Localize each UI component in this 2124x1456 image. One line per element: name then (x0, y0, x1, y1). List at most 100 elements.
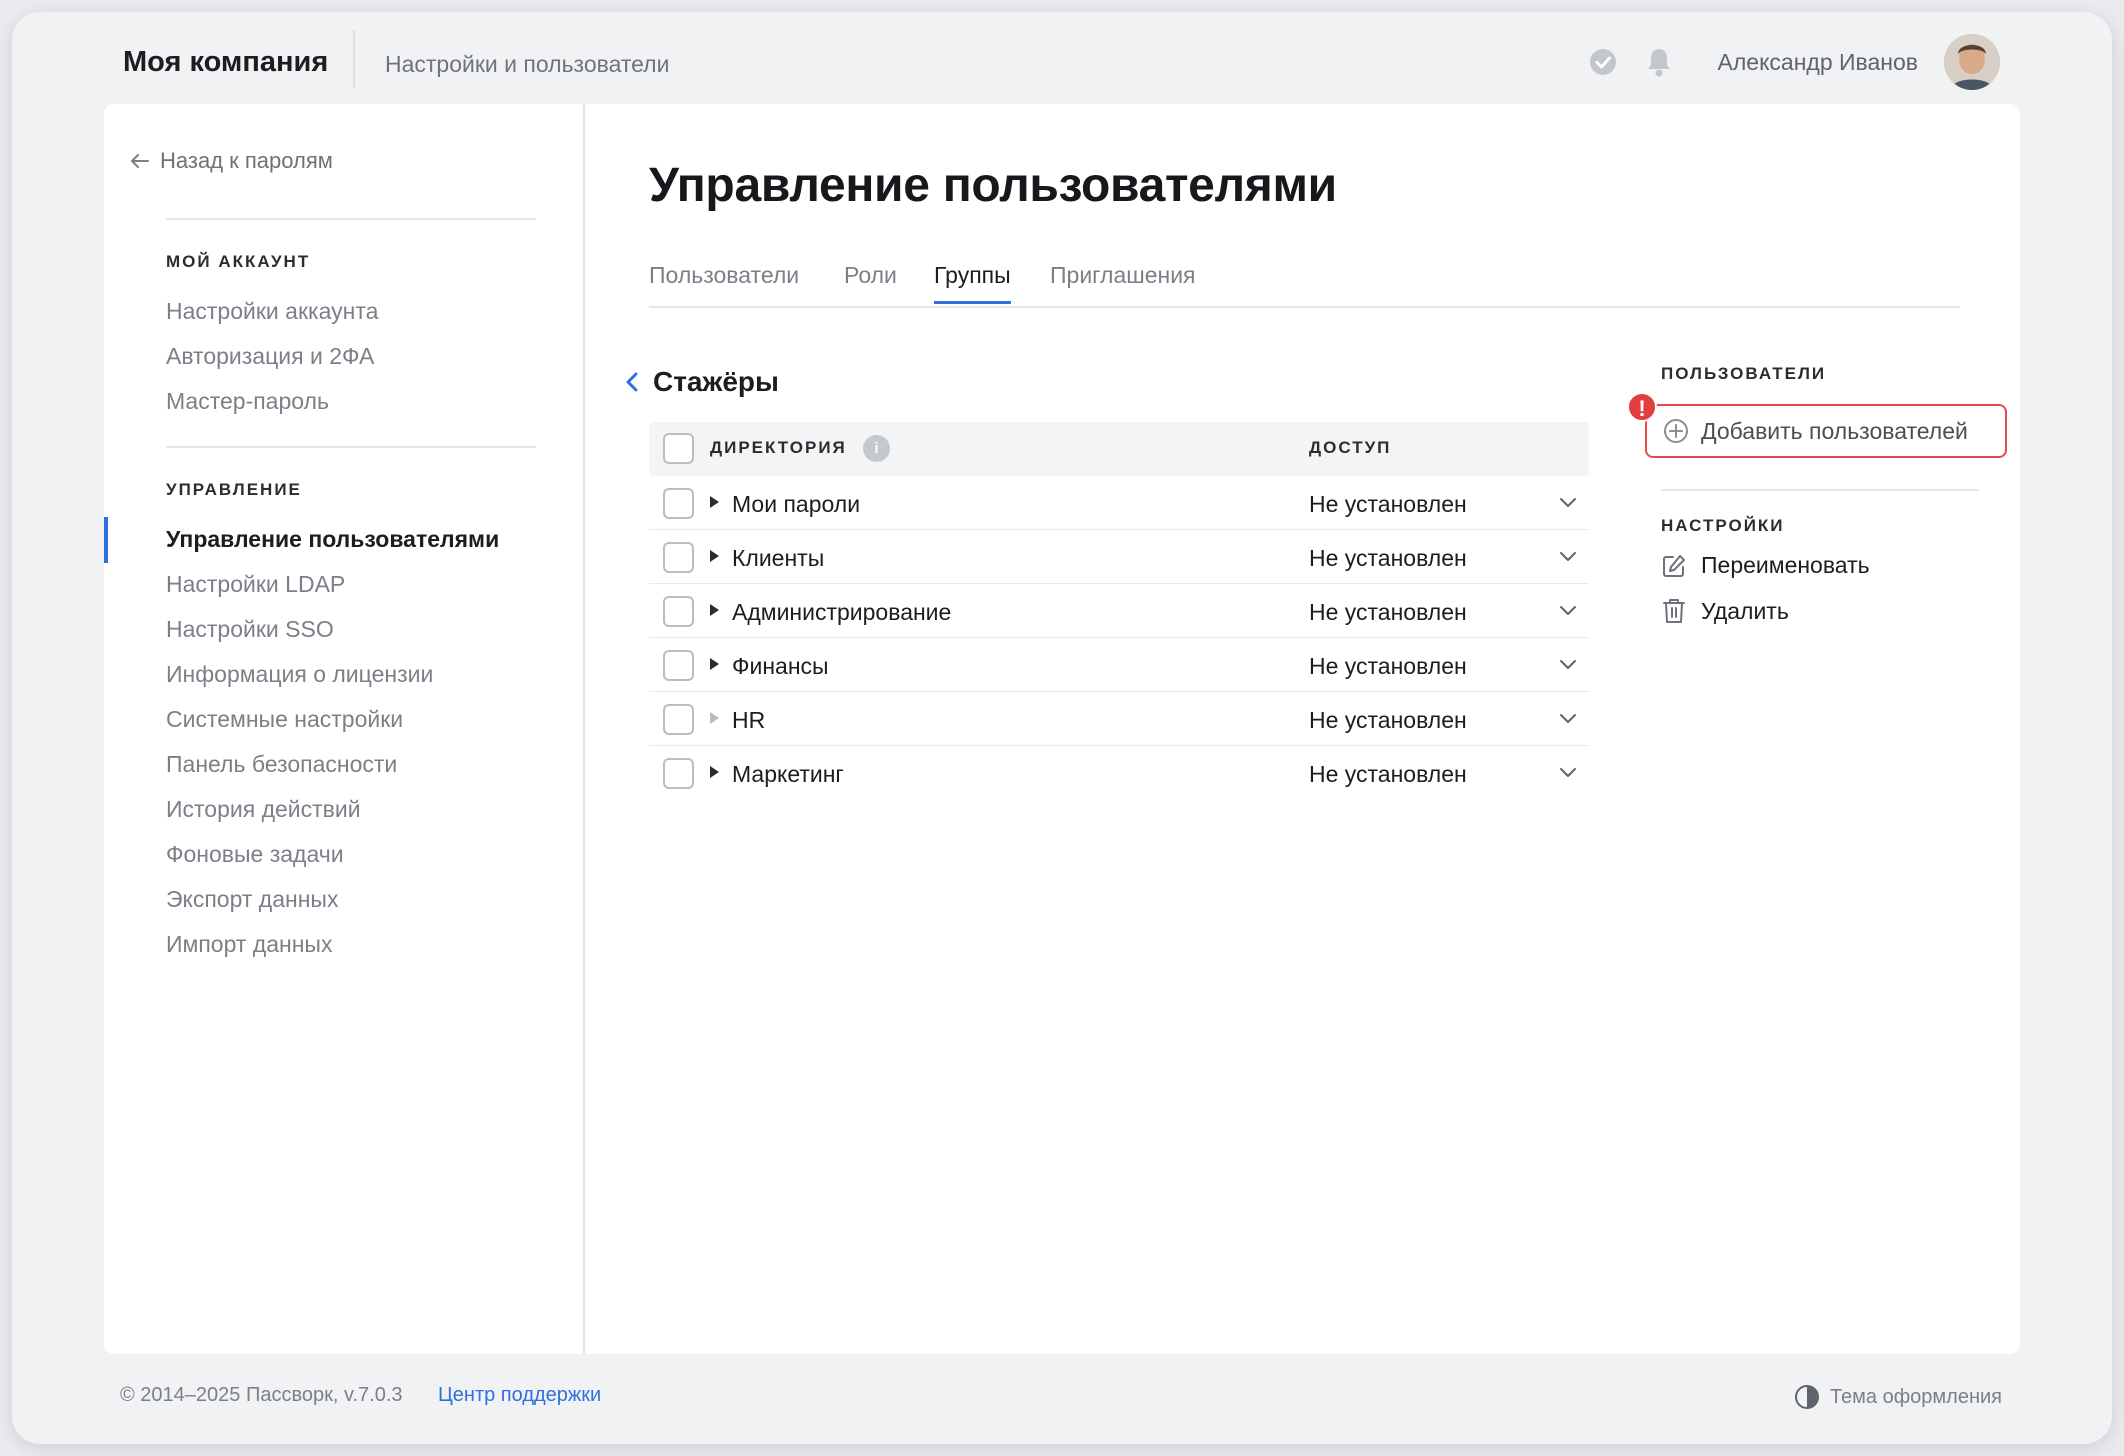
tab-invitations[interactable]: Приглашения (1050, 262, 1196, 301)
sidebar-item-license[interactable]: Информация о лицензии (166, 661, 433, 688)
tab-bar: Пользователи Роли Группы Приглашения (649, 262, 1960, 308)
sidebar-item-data-export[interactable]: Экспорт данных (166, 886, 338, 913)
access-select[interactable]: Не установлен (1309, 761, 1467, 788)
sidebar-item-ldap[interactable]: Настройки LDAP (166, 571, 345, 598)
copyright-text: © 2014–2025 Пассворк, v.7.0.3 (120, 1384, 403, 1406)
support-center-link[interactable]: Центр поддержки (438, 1384, 601, 1407)
edit-icon (1663, 554, 1685, 577)
row-checkbox[interactable] (663, 650, 694, 681)
top-header: Моя компания Настройки и пользователи Ал… (12, 12, 2112, 112)
theme-toggle[interactable]: Тема оформления (1794, 1384, 2002, 1410)
sidebar-item-security-panel[interactable]: Панель безопасности (166, 751, 397, 778)
group-title: Стажёры (653, 366, 779, 397)
users-heading: ПОЛЬЗОВАТЕЛИ (1661, 364, 1827, 383)
row-checkbox[interactable] (663, 758, 694, 789)
app-window: Моя компания Настройки и пользователи Ал… (12, 12, 2112, 1444)
table-row: Маркетинг Не установлен (649, 746, 1589, 800)
add-users-label: Добавить пользователей (1701, 417, 1968, 444)
row-checkbox[interactable] (663, 488, 694, 519)
access-select[interactable]: Не установлен (1309, 545, 1467, 572)
content-card: Назад к паролям МОЙ АККАУНТ Настройки ак… (104, 104, 2020, 1354)
arrow-left-icon (131, 154, 149, 168)
directory-table: ДИРЕКТОРИЯ i ДОСТУП Мои пароли Не устано… (649, 422, 1589, 800)
sidebar-item-master-password[interactable]: Мастер-пароль (166, 388, 329, 415)
expand-caret-icon[interactable] (710, 550, 719, 562)
sidebar-divider (166, 218, 536, 220)
sidebar-item-system-settings[interactable]: Системные настройки (166, 706, 403, 733)
section-heading-manage: УПРАВЛЕНИЕ (166, 480, 302, 499)
expand-caret-icon (710, 712, 719, 724)
chevron-down-icon[interactable] (1559, 551, 1577, 563)
bell-icon[interactable] (1642, 45, 1676, 79)
select-all-checkbox[interactable] (663, 433, 694, 464)
row-checkbox[interactable] (663, 596, 694, 627)
page-title: Управление пользователями (649, 159, 1337, 212)
table-row: Клиенты Не установлен (649, 530, 1589, 584)
expand-caret-icon[interactable] (710, 604, 719, 616)
directory-name: Маркетинг (732, 761, 844, 787)
column-header-directory: ДИРЕКТОРИЯ (710, 438, 847, 457)
table-row: Администрирование Не установлен (649, 584, 1589, 638)
table-row: HR Не установлен (649, 692, 1589, 746)
access-select[interactable]: Не установлен (1309, 599, 1467, 626)
row-checkbox[interactable] (663, 542, 694, 573)
header-subtitle: Настройки и пользователи (385, 51, 670, 77)
sidebar-item-activity-history[interactable]: История действий (166, 796, 361, 823)
delete-label: Удалить (1701, 597, 1789, 624)
sidebar-item-data-import[interactable]: Импорт данных (166, 931, 332, 958)
directory-name: Финансы (732, 653, 829, 679)
expand-caret-icon[interactable] (710, 496, 719, 508)
rename-button[interactable]: Переименовать (1661, 552, 1870, 579)
header-divider (353, 30, 355, 88)
expand-caret-icon[interactable] (710, 766, 719, 778)
sidebar-item-account-settings[interactable]: Настройки аккаунта (166, 298, 378, 325)
tab-groups[interactable]: Группы (934, 262, 1011, 304)
plus-circle-icon (1664, 419, 1688, 443)
table-row: Мои пароли Не установлен (649, 476, 1589, 530)
back-to-passwords-link[interactable]: Назад к паролям (130, 148, 333, 174)
active-indicator (104, 517, 108, 563)
sidebar-item-user-management[interactable]: Управление пользователями (166, 526, 499, 553)
user-name[interactable]: Александр Иванов (1718, 49, 1918, 76)
trash-icon (1663, 599, 1685, 623)
chevron-down-icon[interactable] (1559, 497, 1577, 509)
tab-users[interactable]: Пользователи (649, 262, 799, 301)
settings-sidebar: Назад к паролям МОЙ АККАУНТ Настройки ак… (104, 104, 585, 1354)
delete-button[interactable]: Удалить (1661, 597, 1789, 625)
footer: © 2014–2025 Пассворк, v.7.0.3 Центр подд… (12, 1384, 2112, 1424)
sidebar-item-background-tasks[interactable]: Фоновые задачи (166, 841, 344, 868)
chevron-down-icon[interactable] (1559, 605, 1577, 617)
avatar[interactable] (1944, 34, 2000, 90)
sidebar-item-auth-2fa[interactable]: Авторизация и 2ФА (166, 343, 374, 370)
half-circle-icon (1794, 1385, 1819, 1409)
row-checkbox[interactable] (663, 704, 694, 735)
header-user-area: Александр Иванов (1586, 28, 2000, 96)
alert-icon: ! (1627, 392, 1657, 422)
directory-name: Администрирование (732, 599, 952, 625)
chevron-down-icon[interactable] (1559, 713, 1577, 725)
access-select[interactable]: Не установлен (1309, 707, 1467, 734)
table-header: ДИРЕКТОРИЯ i ДОСТУП (649, 422, 1589, 476)
table-row: Финансы Не установлен (649, 638, 1589, 692)
chevron-left-icon[interactable] (625, 371, 639, 393)
directory-name: HR (732, 707, 766, 733)
check-circle-icon[interactable] (1586, 45, 1620, 79)
panel-divider (1661, 489, 1979, 491)
chevron-down-icon[interactable] (1559, 767, 1577, 779)
column-header-access: ДОСТУП (1309, 438, 1392, 457)
theme-label: Тема оформления (1829, 1385, 2002, 1408)
add-users-button[interactable]: Добавить пользователей (1645, 404, 2007, 458)
directory-name: Клиенты (732, 545, 825, 571)
section-heading-account: МОЙ АККАУНТ (166, 252, 311, 271)
sidebar-item-sso[interactable]: Настройки SSO (166, 616, 334, 643)
company-brand[interactable]: Моя компания (123, 46, 328, 79)
expand-caret-icon[interactable] (710, 658, 719, 670)
info-icon[interactable]: i (863, 435, 890, 462)
rename-label: Переименовать (1701, 552, 1870, 578)
settings-heading: НАСТРОЙКИ (1661, 516, 1785, 535)
access-select[interactable]: Не установлен (1309, 491, 1467, 518)
sidebar-divider (166, 446, 536, 448)
access-select[interactable]: Не установлен (1309, 653, 1467, 680)
tab-roles[interactable]: Роли (844, 262, 897, 301)
chevron-down-icon[interactable] (1559, 659, 1577, 671)
